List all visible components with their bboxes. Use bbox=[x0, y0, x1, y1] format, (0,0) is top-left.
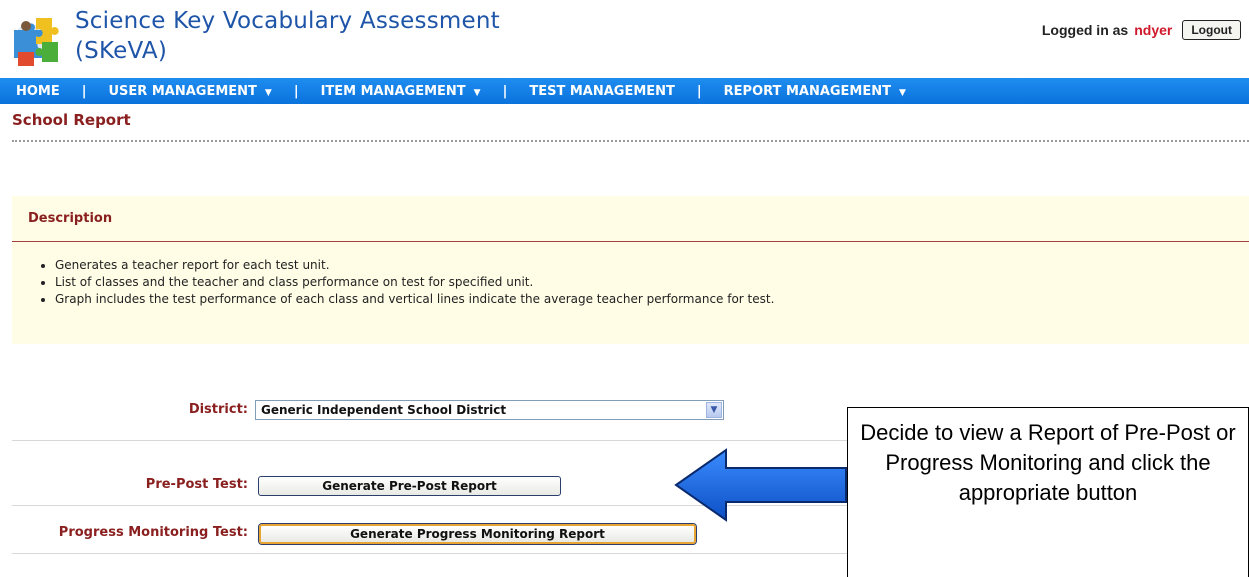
prepost-label: Pre-Post Test: bbox=[145, 477, 248, 492]
page-title: School Report bbox=[12, 111, 131, 129]
main-nav: HOME | USER MANAGEMENT ▼ | ITEM MANAGEMEN… bbox=[0, 78, 1249, 104]
instruction-callout: Decide to view a Report of Pre-Post or P… bbox=[847, 407, 1249, 577]
generate-progress-monitoring-report-button[interactable]: Generate Progress Monitoring Report bbox=[259, 524, 696, 544]
generate-prepost-report-button[interactable]: Generate Pre-Post Report bbox=[258, 476, 561, 496]
nav-separator: | bbox=[81, 83, 87, 99]
progress-label: Progress Monitoring Test: bbox=[58, 525, 248, 540]
nav-separator: | bbox=[696, 83, 702, 99]
nav-separator: | bbox=[293, 83, 299, 99]
district-select[interactable]: Generic Independent School District ▼ bbox=[255, 400, 724, 420]
left-arrow-icon bbox=[674, 448, 847, 522]
app-header: Science Key Vocabulary Assessment (SKeVA… bbox=[0, 0, 1249, 78]
nav-report-management[interactable]: REPORT MANAGEMENT ▼ bbox=[720, 84, 910, 99]
nav-item-management[interactable]: ITEM MANAGEMENT ▼ bbox=[317, 84, 485, 99]
description-heading: Description bbox=[12, 196, 1249, 242]
app-title-line1: Science Key Vocabulary Assessment bbox=[75, 8, 500, 34]
logged-in-label: Logged in as bbox=[1041, 22, 1129, 38]
nav-test-management[interactable]: TEST MANAGEMENT bbox=[525, 84, 679, 99]
dotted-divider bbox=[12, 140, 1249, 142]
description-item: List of classes and the teacher and clas… bbox=[55, 274, 1249, 291]
form-divider bbox=[12, 440, 847, 441]
chevron-down-icon[interactable]: ▼ bbox=[706, 402, 722, 418]
description-item: Generates a teacher report for each test… bbox=[55, 257, 1249, 274]
nav-report-management-label: REPORT MANAGEMENT bbox=[723, 83, 891, 99]
nav-user-management[interactable]: USER MANAGEMENT ▼ bbox=[105, 84, 276, 99]
caret-down-icon: ▼ bbox=[899, 87, 906, 98]
caret-down-icon: ▼ bbox=[264, 87, 272, 98]
nav-separator: | bbox=[502, 83, 508, 99]
app-title: Science Key Vocabulary Assessment (SKeVA… bbox=[75, 6, 595, 66]
nav-item-management-label: ITEM MANAGEMENT bbox=[320, 83, 466, 99]
login-area: Logged in as ndyer Logout bbox=[1042, 20, 1241, 40]
district-label: District: bbox=[188, 402, 248, 417]
logout-button[interactable]: Logout bbox=[1182, 20, 1241, 40]
username: ndyer bbox=[1134, 22, 1173, 38]
puzzle-logo-icon bbox=[14, 18, 59, 66]
nav-user-management-label: USER MANAGEMENT bbox=[108, 83, 257, 99]
district-select-value: Generic Independent School District bbox=[261, 403, 507, 417]
description-panel: Description Generates a teacher report f… bbox=[12, 196, 1249, 344]
nav-home[interactable]: HOME bbox=[12, 84, 64, 99]
description-list: Generates a teacher report for each test… bbox=[12, 257, 1249, 308]
form-divider bbox=[12, 553, 847, 554]
description-item: Graph includes the test performance of e… bbox=[55, 291, 1249, 308]
caret-down-icon: ▼ bbox=[473, 87, 481, 98]
app-title-line2: (SKeVA) bbox=[75, 38, 168, 64]
